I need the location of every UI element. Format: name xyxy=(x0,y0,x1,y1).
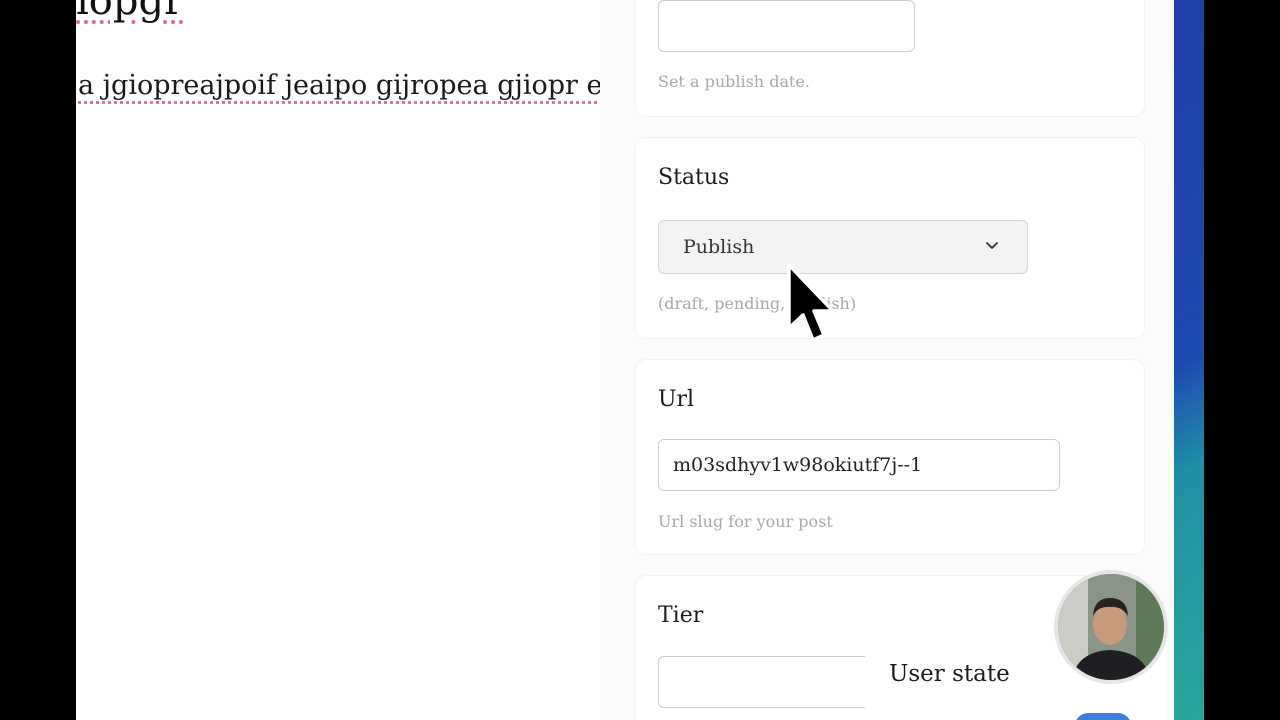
publish-date-help: Set a publish date. xyxy=(658,72,810,91)
status-selected-value: Publish xyxy=(683,236,755,258)
mouse-cursor-icon xyxy=(787,263,835,342)
screen: iopgr a jgiopreajpoif jeaipo gijropea gj… xyxy=(0,0,1280,720)
presenter-image xyxy=(1058,574,1164,680)
url-label: Url xyxy=(658,387,695,412)
url-slug-input[interactable] xyxy=(658,439,1060,491)
user-state-toggle[interactable] xyxy=(1075,713,1131,720)
publish-date-card: Set a publish date. xyxy=(636,0,1144,116)
status-label: Status xyxy=(658,165,730,190)
user-state-label: User state xyxy=(889,661,1010,687)
post-editor[interactable]: iopgr a jgiopreajpoif jeaipo gijropea gj… xyxy=(76,0,600,720)
url-help: Url slug for your post xyxy=(658,512,833,531)
tier-label: Tier xyxy=(658,603,704,628)
publish-date-input[interactable] xyxy=(658,0,915,52)
status-card: Status Publish (draft, pending, publish) xyxy=(636,138,1144,338)
post-body-text[interactable]: a jgiopreajpoif jeaipo gijropea gjiopr e… xyxy=(78,70,600,101)
presenter-webcam xyxy=(1054,570,1168,684)
post-title-fragment[interactable]: iopgr xyxy=(76,0,183,24)
url-card: Url Url slug for your post xyxy=(636,360,1144,554)
chevron-down-icon xyxy=(986,242,998,249)
background-gradient-strip xyxy=(1174,0,1204,720)
